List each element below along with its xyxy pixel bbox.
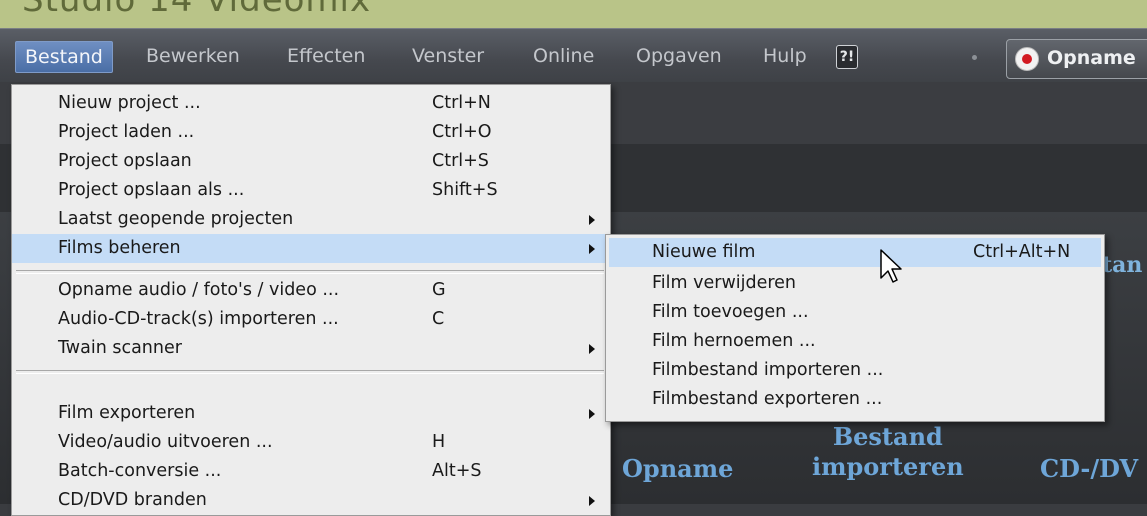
- menu-item-label: Opname audio / foto's / video ...: [58, 280, 340, 300]
- tile-cd-dvd[interactable]: CD-/DV: [1040, 454, 1138, 484]
- submenu-item-import-film-file[interactable]: Filmbestand importeren ...: [606, 356, 1104, 385]
- menu-item-shortcut: Ctrl+S: [432, 151, 489, 171]
- record-button-label: Opname: [1047, 47, 1136, 69]
- menu-online[interactable]: Online: [524, 41, 603, 73]
- toolbar-separator: [972, 55, 977, 60]
- menu-item-label: Film hernoemen ...: [652, 331, 816, 351]
- menu-item-shortcut: Ctrl+Alt+N: [973, 242, 1071, 262]
- mouse-pointer-icon: [880, 249, 902, 283]
- submenu-item-export-film-file[interactable]: Filmbestand exporteren ...: [606, 385, 1104, 414]
- menu-item-label: Video/audio uitvoeren ...: [58, 432, 273, 452]
- submenu-arrow-icon: [589, 496, 595, 506]
- films-submenu: Nieuwe film Ctrl+Alt+N Film verwijderen …: [605, 234, 1105, 422]
- tile-opname[interactable]: Opname: [622, 454, 733, 484]
- menu-item-label: Filmbestand importeren ...: [652, 360, 884, 380]
- menu-effecten[interactable]: Effecten: [278, 41, 374, 73]
- menu-item-label: Twain scanner: [58, 338, 182, 358]
- menu-item-label: Project laden ...: [58, 122, 195, 142]
- submenu-item-delete-film[interactable]: Film verwijderen: [606, 269, 1104, 298]
- menu-item-shortcut: Alt+S: [432, 461, 482, 481]
- menu-separator: [16, 370, 604, 374]
- menu-venster[interactable]: Venster: [403, 41, 493, 73]
- menu-item-label: Nieuwe film: [652, 242, 756, 262]
- menu-item-import-cd-tracks[interactable]: Audio-CD-track(s) importeren ... C: [12, 305, 610, 334]
- menu-item-export-film[interactable]: Film exporteren: [12, 399, 610, 428]
- record-icon: [1015, 47, 1039, 71]
- tile-bestand-importeren[interactable]: Bestand importeren: [812, 422, 964, 482]
- menu-item-batch-conversion[interactable]: Batch-conversie ... Alt+S: [12, 457, 610, 486]
- submenu-item-new-film[interactable]: Nieuwe film Ctrl+Alt+N: [609, 238, 1101, 267]
- window-title: Studio 14 Videomix: [22, 0, 372, 20]
- menu-item-label: Audio-CD-track(s) importeren ...: [58, 309, 339, 329]
- menu-item-shortcut: Ctrl+N: [432, 93, 491, 113]
- menu-item-shortcut: G: [432, 280, 446, 300]
- menu-item-label: Film exporteren: [58, 403, 196, 423]
- menu-item-record-media[interactable]: Opname audio / foto's / video ... G: [12, 276, 610, 305]
- menu-item-label: Laatst geopende projecten: [58, 209, 294, 229]
- menu-item-label: CD/DVD branden: [58, 490, 207, 510]
- menu-item-label: Project opslaan als ...: [58, 180, 245, 200]
- submenu-arrow-icon: [589, 344, 595, 354]
- submenu-item-add-film[interactable]: Film toevoegen ...: [606, 298, 1104, 327]
- menu-item-label: Project opslaan: [58, 151, 192, 171]
- menu-bewerken[interactable]: Bewerken: [137, 41, 249, 73]
- menu-item-twain-scanner[interactable]: Twain scanner: [12, 334, 610, 363]
- record-button[interactable]: Opname: [1006, 39, 1147, 79]
- menu-item-label: Filmbestand exporteren ...: [652, 389, 883, 409]
- menu-bar: Bestand Bewerken Effecten Venster Online…: [0, 28, 1147, 83]
- background-partial-label: tan: [1102, 252, 1143, 278]
- menu-item-shortcut: Shift+S: [432, 180, 498, 200]
- menu-item-label: Films beheren: [58, 238, 181, 258]
- menu-item-new-project[interactable]: Nieuw project ... Ctrl+N: [12, 89, 610, 118]
- submenu-arrow-icon: [589, 409, 595, 419]
- menu-item-load-project[interactable]: Project laden ... Ctrl+O: [12, 118, 610, 147]
- menu-item-label: Nieuw project ...: [58, 93, 201, 113]
- menu-item-shortcut: Ctrl+O: [432, 122, 492, 142]
- menu-item-shortcut: C: [432, 309, 445, 329]
- menu-item-label: Batch-conversie ...: [58, 461, 222, 481]
- menu-item-label: Film toevoegen ...: [652, 302, 809, 322]
- menu-bestand[interactable]: Bestand: [15, 41, 113, 73]
- submenu-arrow-icon: [589, 215, 595, 225]
- menu-opgaven[interactable]: Opgaven: [627, 41, 731, 73]
- help-icon[interactable]: ?!: [836, 45, 858, 69]
- window-titlebar: Studio 14 Videomix: [0, 0, 1147, 28]
- menu-item-recent-projects[interactable]: Laatst geopende projecten: [12, 205, 610, 234]
- menu-separator: [16, 270, 604, 274]
- submenu-arrow-icon: [589, 244, 595, 254]
- file-menu: Nieuw project ... Ctrl+N Project laden .…: [11, 84, 611, 516]
- menu-item-manage-films[interactable]: Films beheren: [12, 234, 610, 263]
- menu-item-label: Film verwijderen: [652, 273, 797, 293]
- menu-item-burn-cd-dvd[interactable]: CD/DVD branden: [12, 486, 610, 515]
- menu-item-save-project[interactable]: Project opslaan Ctrl+S: [12, 147, 610, 176]
- menu-item-shortcut: H: [432, 432, 446, 452]
- menu-hulp[interactable]: Hulp: [754, 41, 816, 73]
- submenu-item-rename-film[interactable]: Film hernoemen ...: [606, 327, 1104, 356]
- menu-item-output-video-audio[interactable]: Video/audio uitvoeren ... H: [12, 428, 610, 457]
- menu-item-save-project-as[interactable]: Project opslaan als ... Shift+S: [12, 176, 610, 205]
